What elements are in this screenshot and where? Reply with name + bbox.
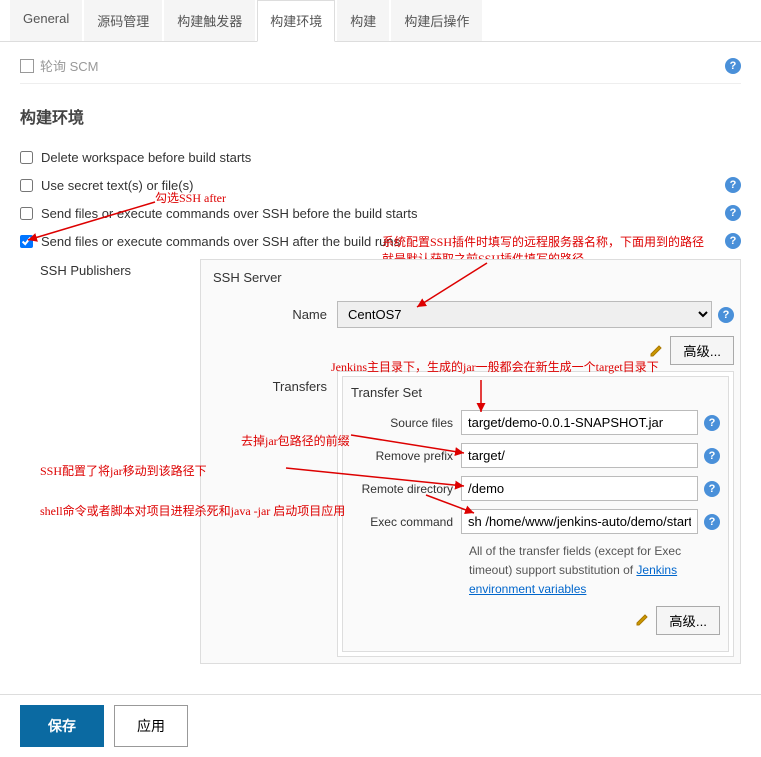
ssh-server-title: SSH Server <box>207 266 734 293</box>
source-files-row: Source files ? <box>351 410 720 435</box>
config-tabs: General 源码管理 构建触发器 构建环境 构建 构建后操作 <box>0 0 761 42</box>
bottom-buttons: 保存 应用 <box>0 694 761 757</box>
delete-ws-row: Delete workspace before build starts <box>20 144 741 171</box>
ssh-body: SSH Server Name CentOS7 ? <box>200 259 741 664</box>
section-title: 构建环境 <box>20 104 741 128</box>
remove-prefix-row: Remove prefix ? <box>351 443 720 468</box>
ssh-before-checkbox[interactable] <box>20 207 33 220</box>
exec-cmd-label: Exec command <box>351 515 461 529</box>
content-area: 轮询 SCM ? 构建环境 Delete workspace before bu… <box>0 42 761 684</box>
save-button[interactable]: 保存 <box>20 705 104 747</box>
tab-env[interactable]: 构建环境 <box>257 0 335 42</box>
transfers-row: Transfers Transfer Set Source files ? <box>207 371 734 657</box>
ssh-name-select[interactable]: CentOS7 <box>337 301 712 328</box>
remove-prefix-input[interactable] <box>461 443 698 468</box>
help-icon[interactable]: ? <box>704 514 720 530</box>
advanced-row-2: 高级... <box>351 606 720 635</box>
advanced-button[interactable]: 高级... <box>656 606 720 635</box>
tab-scm[interactable]: 源码管理 <box>84 0 162 41</box>
ssh-publishers-section: SSH Publishers SSH Server Name CentOS7 ? <box>40 259 741 664</box>
advanced-row-1: 高级... <box>207 336 734 365</box>
ssh-name-label: Name <box>207 307 337 322</box>
tab-triggers[interactable]: 构建触发器 <box>164 0 255 41</box>
help-icon[interactable]: ? <box>704 448 720 464</box>
help-icon[interactable]: ? <box>725 205 741 221</box>
edit-icon[interactable] <box>634 612 650 628</box>
ssh-before-label: Send files or execute commands over SSH … <box>41 206 417 221</box>
help-icon[interactable]: ? <box>725 233 741 249</box>
secret-row: Use secret text(s) or file(s) ? <box>20 171 741 199</box>
transfer-set: Transfer Set Source files ? <box>342 376 729 652</box>
source-files-input[interactable] <box>461 410 698 435</box>
tab-build[interactable]: 构建 <box>337 0 389 41</box>
help-icon[interactable]: ? <box>704 481 720 497</box>
secret-label: Use secret text(s) or file(s) <box>41 178 193 193</box>
help-icon[interactable]: ? <box>725 177 741 193</box>
secret-checkbox[interactable] <box>20 179 33 192</box>
ssh-after-label: Send files or execute commands over SSH … <box>41 234 400 249</box>
tab-general[interactable]: General <box>10 0 82 41</box>
edit-icon[interactable] <box>648 343 664 359</box>
remote-dir-input[interactable] <box>461 476 698 501</box>
exec-cmd-row: Exec command ? <box>351 509 720 534</box>
transfer-footnote: All of the transfer fields (except for E… <box>469 542 720 600</box>
poll-scm-row: 轮询 SCM ? <box>20 52 741 84</box>
remote-dir-label: Remote directory <box>351 482 461 496</box>
apply-button[interactable]: 应用 <box>114 705 188 747</box>
remove-prefix-label: Remove prefix <box>351 449 461 463</box>
help-icon[interactable]: ? <box>704 415 720 431</box>
poll-scm-checkbox[interactable] <box>20 59 34 73</box>
tab-post[interactable]: 构建后操作 <box>391 0 482 41</box>
transfers-label: Transfers <box>207 371 337 657</box>
exec-cmd-input[interactable] <box>461 509 698 534</box>
source-files-label: Source files <box>351 416 461 430</box>
ssh-after-checkbox[interactable] <box>20 235 33 248</box>
poll-scm-label: 轮询 SCM <box>40 56 99 75</box>
ssh-after-row: Send files or execute commands over SSH … <box>20 227 741 255</box>
remote-dir-row: Remote directory ? <box>351 476 720 501</box>
transfers-body: Transfer Set Source files ? <box>337 371 734 657</box>
help-icon[interactable]: ? <box>725 58 741 74</box>
ssh-publishers-label: SSH Publishers <box>40 259 200 664</box>
delete-ws-checkbox[interactable] <box>20 151 33 164</box>
ssh-before-row: Send files or execute commands over SSH … <box>20 199 741 227</box>
ssh-name-row: Name CentOS7 ? <box>207 301 734 328</box>
help-icon[interactable]: ? <box>718 307 734 323</box>
advanced-button[interactable]: 高级... <box>670 336 734 365</box>
transfer-set-title: Transfer Set <box>351 383 720 402</box>
delete-ws-label: Delete workspace before build starts <box>41 150 251 165</box>
